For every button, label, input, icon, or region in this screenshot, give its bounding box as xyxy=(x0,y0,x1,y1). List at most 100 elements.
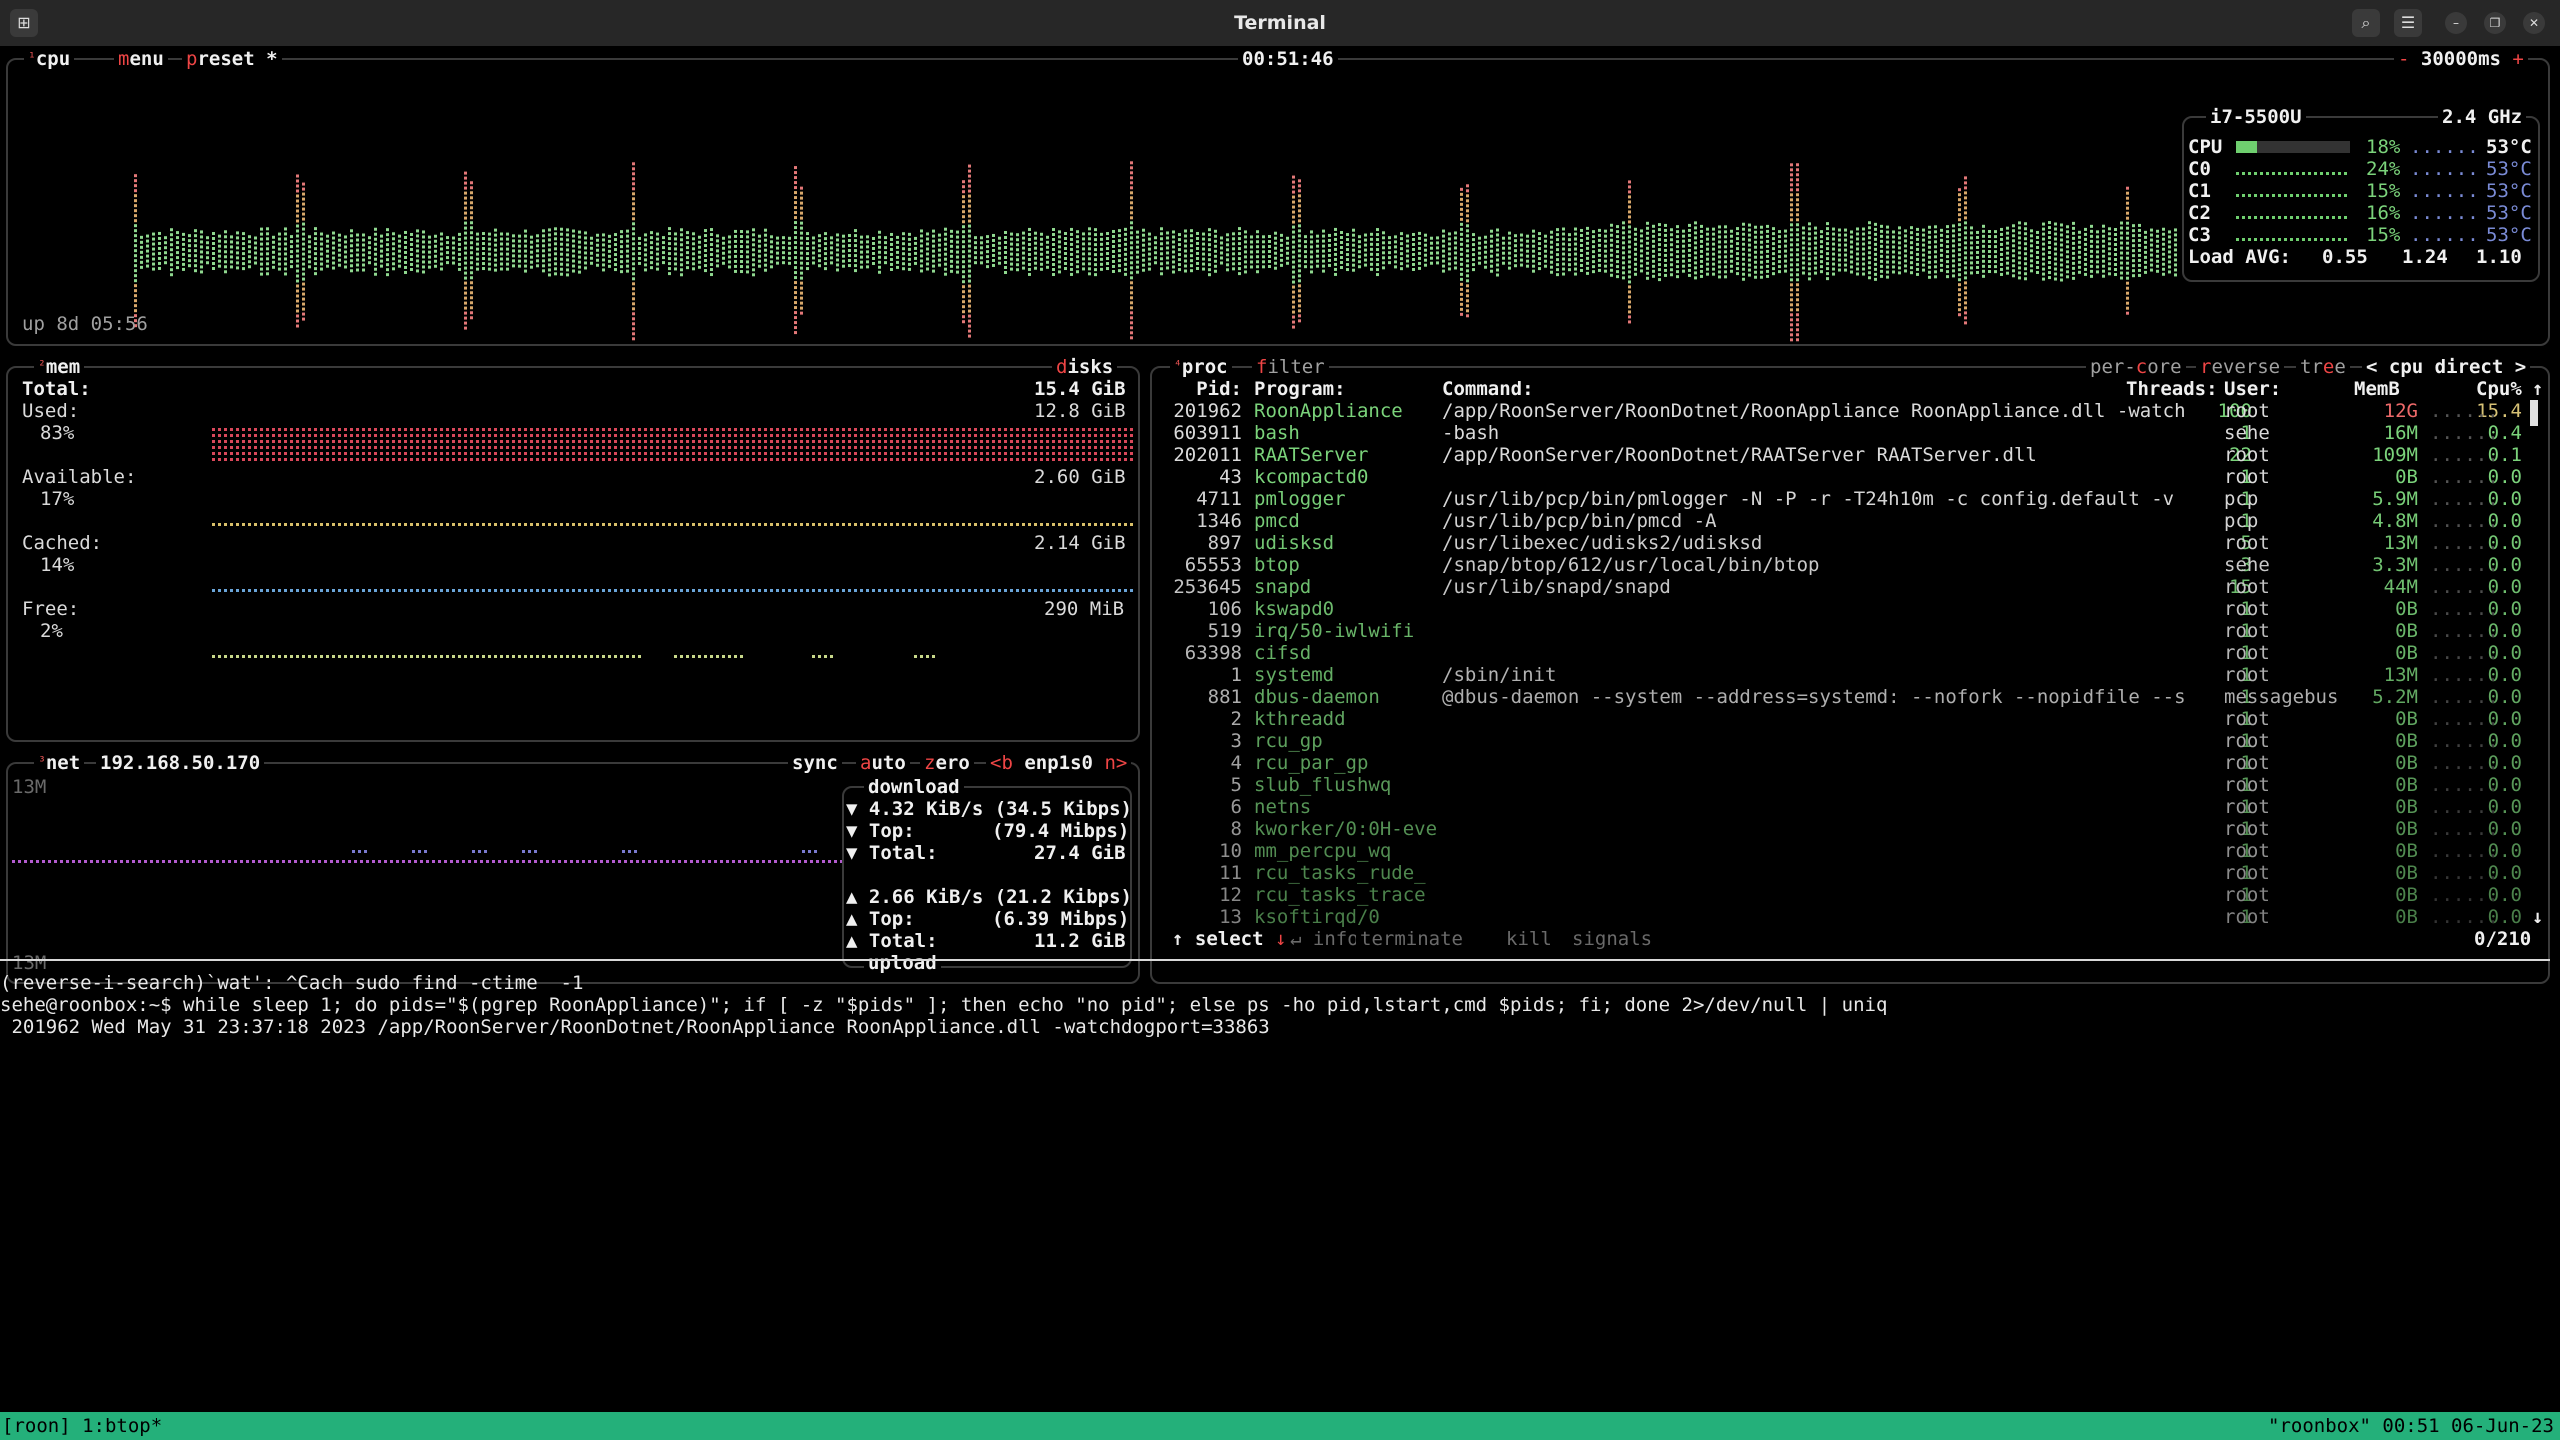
cpu-graph-dot xyxy=(464,316,467,320)
mem-used-dot xyxy=(1010,434,1013,437)
cpu-graph-dot xyxy=(1856,232,1859,236)
cpu-graph-dot xyxy=(1172,230,1175,234)
search-icon[interactable]: ⌕ xyxy=(2352,9,2380,37)
mem-used-dot xyxy=(278,440,281,443)
cpu-graph-dot xyxy=(1460,257,1463,261)
mem-used-dot xyxy=(434,428,437,431)
mem-used-dot xyxy=(884,446,887,449)
cpu-graph-dot xyxy=(1712,227,1715,231)
cpu-graph-dot xyxy=(590,251,593,255)
filter-button[interactable]: filter xyxy=(1252,356,1329,378)
mem-graph-dot xyxy=(590,589,593,592)
cpu-graph-dot xyxy=(2126,196,2129,200)
mem-used-dot xyxy=(722,428,725,431)
cpu-graph-dot xyxy=(1646,266,1649,270)
mem-graph-dot xyxy=(626,655,629,658)
mem-graph-dot xyxy=(542,523,545,526)
cpu-graph-dot xyxy=(296,194,299,198)
cpu-graph-dot xyxy=(350,244,353,248)
terminal-area[interactable]: ¹cpu menu preset * 00:51:46 - 30000ms + … xyxy=(0,46,2560,1440)
cpu-panel-label[interactable]: ¹cpu xyxy=(24,48,75,70)
disks-toggle[interactable]: disks xyxy=(1052,356,1118,378)
cpu-graph-dot xyxy=(806,237,809,241)
cpu-graph-dot xyxy=(1616,230,1619,234)
mem-used-dot xyxy=(1016,440,1019,443)
cpu-graph-dot xyxy=(644,243,647,247)
cpu-graph-dot xyxy=(1142,258,1145,262)
cpu-graph-dot xyxy=(854,269,857,273)
cpu-graph-dot xyxy=(1676,265,1679,269)
cpu-graph-dot xyxy=(1814,231,1817,235)
hamburger-menu-icon[interactable]: ☰ xyxy=(2394,9,2422,37)
mem-used-dot xyxy=(488,428,491,431)
mem-used-dot xyxy=(494,440,497,443)
mem-used-dot xyxy=(242,434,245,437)
preset-button[interactable]: preset * xyxy=(182,48,282,70)
cpu-graph-dot xyxy=(650,231,653,235)
cpu-graph-dot xyxy=(422,260,425,264)
cpu-graph-dot xyxy=(1988,250,1991,254)
cpu-graph-dot xyxy=(1586,256,1589,260)
cpu-graph-dot xyxy=(1460,212,1463,216)
sync-toggle[interactable]: sync xyxy=(788,752,842,774)
interval-control[interactable]: - 30000ms + xyxy=(2394,48,2528,70)
cpu-graph-dot xyxy=(1952,234,1955,238)
cpu-graph-dot xyxy=(296,279,299,283)
cpu-graph-dot xyxy=(968,224,971,228)
mem-panel-label[interactable]: ²mem xyxy=(34,356,85,378)
mem-graph-dot xyxy=(716,523,719,526)
cpu-graph-dot xyxy=(2168,270,2171,274)
net-graph-dot xyxy=(774,860,777,863)
cpu-graph-dot xyxy=(1760,255,1763,259)
cpu-graph-dot xyxy=(1142,248,1145,252)
mem-used-dot xyxy=(506,458,509,461)
cpu-graph-dot xyxy=(2000,257,2003,261)
cpu-graph-dot xyxy=(932,244,935,248)
mem-used-dot xyxy=(512,434,515,437)
cpu-graph-dot xyxy=(302,257,305,261)
proc-panel-label[interactable]: ⁴proc xyxy=(1170,356,1232,378)
cpu-graph-dot xyxy=(392,232,395,236)
cpu-graph-dot xyxy=(296,254,299,258)
cpu-graph-dot xyxy=(470,286,473,290)
minimize-button[interactable]: – xyxy=(2445,12,2467,34)
cpu-graph-dot xyxy=(1088,237,1091,241)
cpu-graph-dot xyxy=(512,244,515,248)
mem-graph-dot xyxy=(728,589,731,592)
cpu-graph-dot xyxy=(2138,253,2141,257)
cpu-graph-dot xyxy=(1892,250,1895,254)
cpu-graph-dot xyxy=(770,235,773,239)
cpu-graph-dot xyxy=(2048,241,2051,245)
cpu-graph-dot xyxy=(1130,331,1133,335)
cpu-graph-dot xyxy=(734,264,737,268)
cpu-graph-dot xyxy=(632,167,635,171)
cpu-graph-dot xyxy=(1676,260,1679,264)
mem-used-dot xyxy=(644,458,647,461)
cpu-graph-dot xyxy=(164,251,167,255)
menu-button[interactable]: menu xyxy=(114,48,168,70)
mem-used-dot xyxy=(650,452,653,455)
mem-used-dot xyxy=(818,440,821,443)
cpu-graph-dot xyxy=(1040,247,1043,251)
net-panel-label[interactable]: ³net xyxy=(34,752,85,774)
cpu-graph-dot xyxy=(1964,231,1967,235)
cpu-graph-dot xyxy=(1928,275,1931,279)
cpu-graph-dot xyxy=(1682,234,1685,238)
cpu-graph-dot xyxy=(2126,306,2129,310)
close-button[interactable]: ✕ xyxy=(2523,12,2545,34)
maximize-button[interactable]: ❐ xyxy=(2484,12,2506,34)
cpu-graph-dot xyxy=(986,260,989,264)
cpu-graph-dot xyxy=(1862,227,1865,231)
cpu-graph-dot xyxy=(2030,264,2033,268)
cpu-graph-dot xyxy=(1814,271,1817,275)
auto-toggle[interactable]: auto xyxy=(856,752,910,774)
cpu-graph-dot xyxy=(902,247,905,251)
cpu-graph-dot xyxy=(1292,265,1295,269)
mem-used-dot xyxy=(1124,440,1127,443)
zero-toggle[interactable]: zero xyxy=(920,752,974,774)
cpu-graph-dot xyxy=(1250,265,1253,269)
mem-graph-dot xyxy=(1034,589,1037,592)
iface-selector[interactable]: <b enp1s0 n> xyxy=(986,752,1132,774)
net-graph-dot xyxy=(480,860,483,863)
cpu-graph-dot xyxy=(554,232,557,236)
